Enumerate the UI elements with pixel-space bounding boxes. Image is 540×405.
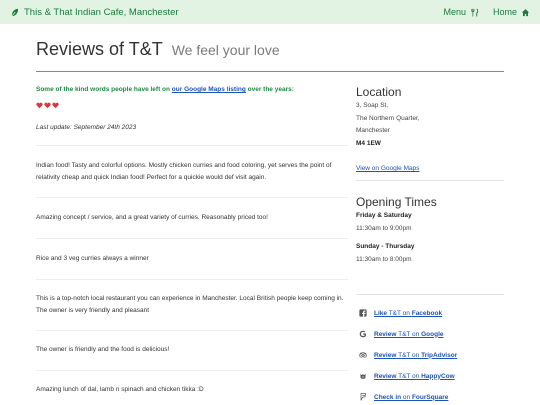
address-line: 3, Soap St,	[356, 102, 389, 109]
postcode: M4 1EW	[356, 139, 381, 147]
nav-menu: Menu Home	[443, 5, 530, 19]
opening-hours: Friday & Saturday 11:30am to 9:00pm Sund…	[356, 210, 506, 266]
address-line: The Northern Quarter,	[356, 114, 420, 122]
happycow-verb: Review	[374, 372, 397, 380]
google-review-link[interactable]: Review T&T on Google	[359, 330, 444, 338]
address: 3, Soap St, The Northern Quarter, Manche…	[356, 100, 506, 150]
facebook-link[interactable]: Like T&T on Facebook	[359, 309, 442, 317]
tripadvisor-icon	[359, 352, 367, 358]
review-item: Amazing lunch of dal, lamb n spinach and…	[36, 386, 204, 393]
navbar: This & That Indian Cafe, Manchester Menu…	[0, 0, 540, 24]
review-item: Rice and 3 veg curries always a winner	[36, 255, 149, 262]
facebook-site: Facebook	[411, 309, 443, 317]
foursquare-verb: Check in	[374, 393, 402, 401]
google-maps-link[interactable]: View on Google Maps	[356, 165, 419, 172]
review-divider	[36, 238, 348, 239]
google-mid: T&T on	[396, 330, 422, 338]
home-icon	[521, 8, 530, 16]
facebook-mid: T&T on	[387, 309, 412, 317]
google-maps-listing-link[interactable]: our Google Maps listing	[172, 86, 246, 93]
days-label: Friday & Saturday	[356, 212, 412, 219]
location-heading: Location	[356, 85, 402, 99]
foursquare-checkin-link[interactable]: Check in on FourSquare	[359, 393, 448, 401]
sidebar-divider	[356, 180, 504, 181]
happycow-mid: T&T on	[396, 372, 422, 380]
heart-icon	[36, 102, 43, 109]
review-divider	[36, 279, 348, 280]
happycow-review-link[interactable]: Review T&T on HappyCow	[359, 372, 455, 380]
location-section: Location 3, Soap St, The Northern Quarte…	[356, 85, 506, 175]
menu-link[interactable]: Menu	[443, 7, 479, 17]
heart-icon	[52, 102, 59, 109]
foursquare-icon	[360, 393, 366, 401]
review-item: Indian food! Tasty and colorful options.…	[36, 162, 332, 181]
review-item: Amazing concept / service, and a great v…	[36, 214, 268, 221]
days-label: Sunday - Thursday	[356, 243, 415, 250]
hours-value: 11:30am to 9:00pm	[356, 224, 412, 232]
google-site: Google	[421, 330, 444, 338]
google-icon	[359, 330, 367, 338]
menu-label: Menu	[443, 7, 466, 17]
last-update: Last update: September 24th 2023	[36, 124, 137, 131]
sidebar-divider	[356, 294, 504, 295]
tripadvisor-review-link[interactable]: Review T&T on TripAdvisor	[359, 351, 457, 359]
review-item: The owner is friendly and the food is de…	[36, 346, 170, 353]
review-divider	[36, 330, 348, 331]
page-subtitle: We feel your love	[171, 42, 280, 58]
facebook-verb: Like	[374, 309, 388, 317]
tripadvisor-mid: T&T on	[396, 351, 422, 359]
google-verb: Review	[374, 330, 397, 338]
happycow-icon	[359, 374, 367, 380]
home-label: Home	[492, 7, 517, 17]
foursquare-site: FourSquare	[411, 393, 449, 401]
review-divider	[36, 370, 348, 371]
tripadvisor-verb: Review	[374, 351, 397, 359]
review-divider	[36, 197, 348, 198]
hours-value: 11:30am to 8:00pm	[356, 255, 412, 263]
address-line: Manchester	[356, 127, 390, 134]
leaf-icon	[11, 8, 19, 17]
cutlery-icon	[471, 8, 479, 17]
page-title: Reviews of T&T	[36, 39, 163, 59]
review-item: This is a top-notch local restaurant you…	[36, 295, 344, 314]
heart-icon	[44, 102, 51, 109]
review-divider	[36, 145, 348, 146]
opening-heading: Opening Times	[356, 195, 437, 209]
home-link[interactable]: Home	[493, 7, 530, 17]
opening-times-section: Opening Times Friday & Saturday 11:30am …	[356, 195, 506, 266]
intro-before: Some of the kind words people have left …	[36, 86, 172, 93]
title-divider	[36, 71, 504, 72]
brand-link[interactable]: This & That Indian Cafe, Manchester	[10, 5, 179, 19]
hearts	[36, 102, 59, 109]
page-header: Reviews of T&T We feel your love	[36, 39, 280, 60]
intro-after: over the years:	[245, 86, 294, 93]
facebook-icon	[359, 309, 367, 317]
intro-text: Some of the kind words people have left …	[36, 86, 294, 93]
foursquare-mid: on	[401, 393, 412, 401]
happycow-site: HappyCow	[421, 372, 455, 380]
tripadvisor-site: TripAdvisor	[421, 351, 458, 359]
brand-name: This & That Indian Cafe, Manchester	[24, 6, 179, 18]
